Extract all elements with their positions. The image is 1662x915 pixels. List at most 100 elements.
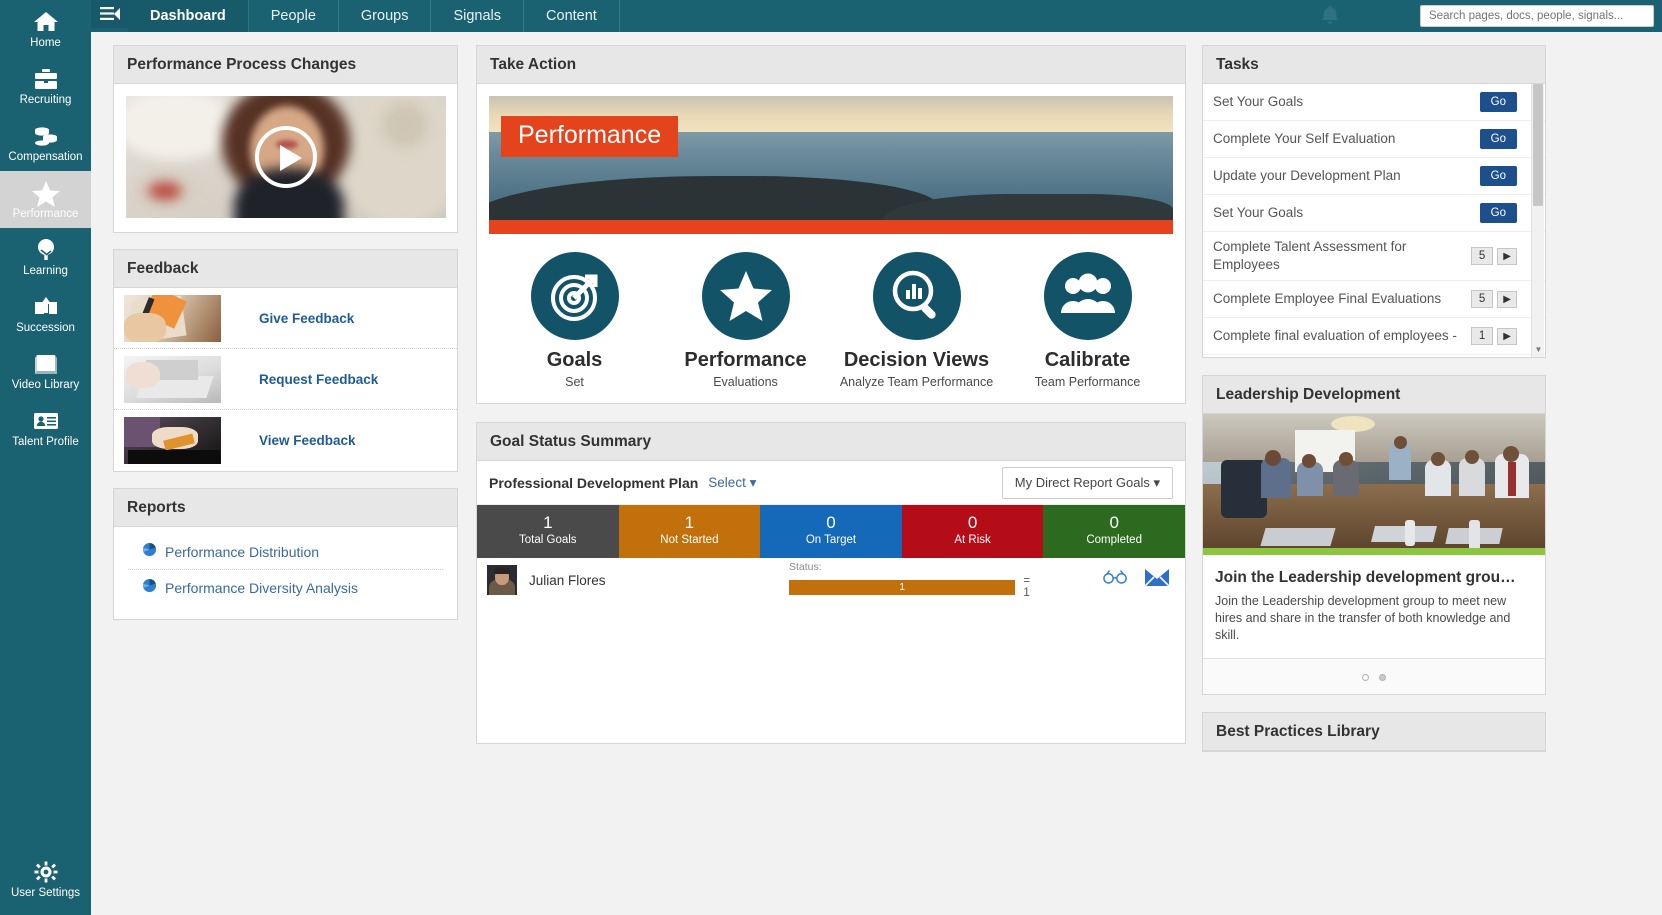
status-tile-at-risk[interactable]: 0 At Risk <box>901 505 1044 558</box>
reports-list: Performance Distribution Performance Div… <box>114 527 457 619</box>
report-link[interactable]: Performance Distribution <box>165 544 319 560</box>
action-subtitle: Analyze Team Performance <box>839 375 994 389</box>
task-label: Update your Development Plan <box>1213 168 1401 183</box>
task-label: Set Your Goals <box>1213 205 1304 220</box>
tasks-scrollbar[interactable]: ▼ <box>1531 84 1544 357</box>
arrow-up-box-icon <box>2 294 89 320</box>
tab-signals[interactable]: Signals <box>431 0 525 32</box>
task-expand-button[interactable]: ▶ <box>1497 290 1517 308</box>
go-button[interactable]: Go <box>1479 203 1517 223</box>
goal-rows-container: Julian Flores Status: 1 = 1 <box>477 558 1185 743</box>
task-count-badge: 1 <box>1470 327 1494 345</box>
task-label: Complete Your Self Evaluation <box>1213 131 1396 146</box>
status-tile-on-target[interactable]: 0 On Target <box>760 505 902 558</box>
sidebar-item-label: User Settings <box>10 887 81 899</box>
tasks-list: Set Your Goals Go Complete Your Self Eva… <box>1203 84 1545 357</box>
feedback-thumbnail <box>124 355 221 403</box>
briefcase-icon <box>2 66 89 92</box>
request-feedback-link[interactable]: Request Feedback <box>259 372 378 387</box>
chevron-down-icon: ▾ <box>1153 474 1160 490</box>
sidebar-item-label: Succession <box>16 322 75 334</box>
task-label: Complete final evaluation of employees - <box>1213 328 1457 343</box>
leadership-text: Join the Leadership development grou… Jo… <box>1203 555 1545 658</box>
report-link[interactable]: Performance Diversity Analysis <box>165 580 358 596</box>
leadership-description: Join the Leadership development group to… <box>1215 594 1511 642</box>
sidebar-item-label: Talent Profile <box>12 436 79 448</box>
status-tile-completed[interactable]: 0 Completed <box>1043 505 1185 558</box>
list-item[interactable]: Update your Development Plan Go <box>1203 158 1545 195</box>
sidebar-item-succession[interactable]: Succession <box>0 285 91 342</box>
play-button-icon[interactable] <box>255 126 317 188</box>
list-item[interactable]: Complete Talent Assessment for Employees… <box>1203 232 1545 281</box>
sidebar-item-label: Recruiting <box>19 94 72 106</box>
list-item[interactable]: Request Feedback <box>114 349 457 410</box>
list-item[interactable]: Set Your Goals Go <box>1203 195 1545 232</box>
banner-accent-strip <box>489 220 1173 234</box>
leadership-headline[interactable]: Join the Leadership development grou… <box>1215 568 1533 587</box>
take-action-card: Take Action Performance Goals Set Perfor… <box>476 45 1186 404</box>
sidebar-item-learning[interactable]: Learning <box>0 228 91 285</box>
task-expand-button[interactable]: ▶ <box>1497 247 1517 265</box>
scrollbar-thumb[interactable] <box>1533 84 1543 206</box>
tab-dashboard[interactable]: Dashboard <box>128 0 249 32</box>
envelope-icon[interactable] <box>1144 569 1170 591</box>
list-item[interactable]: Give Feedback <box>114 288 457 349</box>
sidebar-item-label: Performance <box>12 208 79 220</box>
sidebar-item-talent-profile[interactable]: Talent Profile <box>0 399 91 456</box>
status-tile-value: 0 <box>1109 513 1119 532</box>
search-input[interactable] <box>1420 5 1654 27</box>
tab-groups[interactable]: Groups <box>339 0 432 32</box>
tab-content[interactable]: Content <box>524 0 620 32</box>
list-item[interactable]: View Feedback <box>114 410 457 471</box>
video-card-body <box>114 84 457 232</box>
action-performance[interactable]: Performance Evaluations <box>660 252 831 389</box>
hamburger-menu-icon[interactable] <box>91 0 128 28</box>
status-total: = 1 <box>1023 575 1031 599</box>
list-item[interactable]: Complete Employee Final Evaluations 5 ▶ <box>1203 281 1545 318</box>
tab-people[interactable]: People <box>249 0 339 32</box>
notification-bell-icon[interactable] <box>1321 5 1339 30</box>
carousel-dot[interactable] <box>1379 674 1387 681</box>
coins-icon <box>2 123 89 149</box>
sidebar-item-performance[interactable]: Performance <box>0 171 91 228</box>
scope-dropdown[interactable]: My Direct Report Goals ▾ <box>1001 466 1173 499</box>
right-content-column: Tasks Set Your Goals Go Complete Your Se… <box>1202 45 1546 752</box>
sidebar-item-label: Video Library <box>11 379 80 391</box>
go-button[interactable]: Go <box>1479 166 1517 186</box>
sidebar-item-home[interactable]: Home <box>0 0 91 57</box>
action-calibrate[interactable]: Calibrate Team Performance <box>1002 252 1173 389</box>
status-progress-bar: 1 <box>789 579 1016 595</box>
chevron-down-icon: ▾ <box>749 474 757 490</box>
sidebar-item-compensation[interactable]: Compensation <box>0 114 91 171</box>
sidebar-item-user-settings[interactable]: User Settings <box>0 850 91 907</box>
plan-select-dropdown[interactable]: Select ▾ <box>708 475 756 491</box>
sidebar-item-recruiting[interactable]: Recruiting <box>0 57 91 114</box>
list-item[interactable]: Performance Diversity Analysis <box>128 570 443 605</box>
list-item[interactable]: Set Your Goals Go <box>1203 84 1545 121</box>
chevron-down-icon[interactable]: ▼ <box>1533 343 1544 356</box>
sidebar-item-label: Home <box>30 37 61 49</box>
performance-banner[interactable]: Performance <box>489 96 1173 234</box>
binoculars-icon[interactable] <box>1103 569 1127 591</box>
task-expand-button[interactable]: ▶ <box>1497 327 1517 345</box>
list-item[interactable]: Complete Your Self Evaluation Go <box>1203 121 1545 158</box>
scope-dropdown-label: My Direct Report Goals <box>1014 474 1150 490</box>
star-icon <box>701 252 790 340</box>
view-feedback-link[interactable]: View Feedback <box>259 433 356 448</box>
list-item[interactable]: Performance Distribution <box>128 535 443 570</box>
status-tile-not-started[interactable]: 1 Not Started <box>618 505 761 558</box>
go-button[interactable]: Go <box>1479 92 1517 112</box>
action-decision-views[interactable]: Decision Views Analyze Team Performance <box>831 252 1002 389</box>
status-tile-total-goals[interactable]: 1 Total Goals <box>477 505 619 570</box>
go-button[interactable]: Go <box>1479 129 1517 149</box>
action-title: Performance <box>684 349 807 371</box>
carousel-dot[interactable] <box>1361 674 1369 681</box>
sidebar-item-video-library[interactable]: Video Library <box>0 342 91 399</box>
video-thumbnail[interactable] <box>126 96 446 218</box>
avatar <box>487 565 517 595</box>
task-label: Complete Employee Final Evaluations <box>1213 291 1442 306</box>
action-goals[interactable]: Goals Set <box>489 252 660 389</box>
list-item[interactable]: Complete final evaluation of employees -… <box>1203 318 1545 355</box>
give-feedback-link[interactable]: Give Feedback <box>259 311 354 326</box>
table-row[interactable]: Julian Flores Status: 1 = 1 <box>477 558 1185 602</box>
